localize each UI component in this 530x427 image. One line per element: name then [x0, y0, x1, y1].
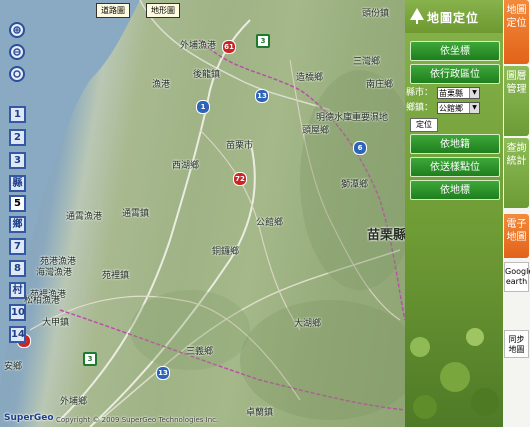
tab-map-locate[interactable]: 地圖定位 [504, 0, 529, 64]
map-label: 造橋鄉 [296, 73, 324, 83]
map-label: 苑裡鎮 [102, 271, 130, 281]
map-label: 西湖鄉 [172, 161, 200, 171]
zoom-level-village[interactable]: 村 [9, 282, 26, 299]
map-label: 大湖鄉 [294, 319, 322, 329]
terrain-map-button[interactable]: 地形圖 [146, 3, 180, 18]
map-label: 苗栗縣 [367, 228, 405, 243]
copyright-text: Copyright © 2009 SuperGeo Technologies I… [56, 416, 219, 424]
map-label: 頭份鎮 [362, 9, 390, 19]
map-label: 大甲鎮 [42, 318, 70, 328]
vertical-tab-bar: 地圖定位 圖層管理 查詢統計 電子地圖 Google earth 同步地圖 [503, 0, 530, 427]
map-label: 明德水庫重要濕地 [316, 113, 389, 123]
by-landmark-button[interactable]: 依地標 [410, 180, 500, 200]
zoom-level-2[interactable]: 2 [9, 129, 26, 146]
map-label: 通霄鎮 [122, 209, 150, 219]
tab-query-statistics[interactable]: 查詢統計 [504, 138, 529, 208]
supergeo-logo: SuperGeo [4, 413, 54, 423]
by-sample-point-button[interactable]: 依送樣點位 [410, 157, 500, 177]
map-label: 獅潭鄉 [341, 180, 369, 190]
map-label: 漁港 [152, 80, 171, 90]
tab-google-earth[interactable]: Google earth [504, 262, 530, 292]
route-shield: 61 [222, 40, 236, 54]
road-map-button[interactable]: 道路圖 [96, 3, 130, 18]
decorative-plants [410, 328, 499, 419]
tab-electronic-map[interactable]: 電子地圖 [504, 214, 529, 258]
map-label: 南庄鄉 [366, 80, 394, 90]
zoom-level-5[interactable]: 5 [9, 195, 26, 212]
zoom-out-icon[interactable] [9, 44, 25, 60]
map-label: 海灣漁港 [36, 268, 73, 278]
township-select[interactable]: 公館鄉 ▼ [437, 102, 480, 114]
zoom-level-7[interactable]: 7 [9, 238, 26, 255]
map-label: 頭屋鄉 [302, 126, 330, 136]
map-label: 外埔鄉 [60, 397, 88, 407]
locate-panel: 地圖定位 依坐標 依行政區位 縣市： 苗栗縣 ▼ 鄉鎮： 公館鄉 ▼ 依地籍 依送樣… [405, 0, 503, 427]
by-admin-area-button[interactable]: 依行政區位 [410, 64, 500, 84]
map-label: 安鄉 [4, 362, 23, 372]
by-cadastral-button[interactable]: 依地籍 [410, 134, 500, 154]
map-label: 苗栗市 [226, 141, 254, 151]
township-label: 鄉鎮： [406, 103, 434, 113]
dropdown-arrow-icon: ▼ [469, 103, 479, 113]
map-label: 公館鄉 [256, 218, 284, 228]
map-view[interactable]: 頭份鎮 外埔漁港 後龍鎮 三灣鄉 造橋鄉 南庄鄉 苗栗市 頭屋鄉 明德水庫重要濕… [0, 0, 405, 427]
map-label: 松柏漁港 [24, 296, 61, 306]
dropdown-arrow-icon: ▼ [469, 88, 479, 98]
county-select[interactable]: 苗栗縣 ▼ [437, 87, 480, 99]
route-shield: 6 [353, 141, 367, 155]
by-coordinate-button[interactable]: 依坐標 [410, 41, 500, 61]
tab-sync-map[interactable]: 同步地圖 [504, 330, 529, 358]
tab-layer-management[interactable]: 圖層管理 [504, 66, 529, 136]
map-label: 卓蘭鎮 [246, 408, 274, 418]
route-shield: 13 [156, 366, 170, 380]
zoom-level-3[interactable]: 3 [9, 152, 26, 169]
zoom-level-10[interactable]: 10 [9, 304, 26, 321]
map-label: 三義鄉 [186, 347, 214, 357]
map-label: 三灣鄉 [353, 57, 381, 67]
map-label: 外埔漁港 [180, 41, 217, 51]
route-shield: 72 [233, 172, 247, 186]
zoom-level-8[interactable]: 8 [9, 260, 26, 277]
route-shield: 13 [255, 89, 269, 103]
map-terrain [0, 0, 405, 427]
map-label: 通霄漁港 [66, 212, 103, 222]
county-label: 縣市： [406, 88, 434, 98]
route-shield: 3 [256, 34, 270, 48]
panel-title: 地圖定位 [427, 11, 480, 25]
tree-icon [410, 8, 424, 24]
zoom-level-1[interactable]: 1 [9, 106, 26, 123]
route-shield: 3 [83, 352, 97, 366]
zoom-extent-icon[interactable] [9, 66, 25, 82]
zoom-level-county[interactable]: 縣 [9, 175, 26, 192]
map-label: 苑港漁港 [40, 257, 77, 267]
panel-header: 地圖定位 [405, 0, 503, 33]
route-shield: 1 [196, 100, 210, 114]
zoom-level-township[interactable]: 鄉 [9, 216, 26, 233]
zoom-in-icon[interactable] [9, 22, 25, 38]
map-label: 銅鑼鄉 [212, 247, 240, 257]
locate-button[interactable]: 定位 [410, 118, 438, 132]
map-label: 後龍鎮 [193, 70, 221, 80]
zoom-level-14[interactable]: 14 [9, 326, 26, 343]
